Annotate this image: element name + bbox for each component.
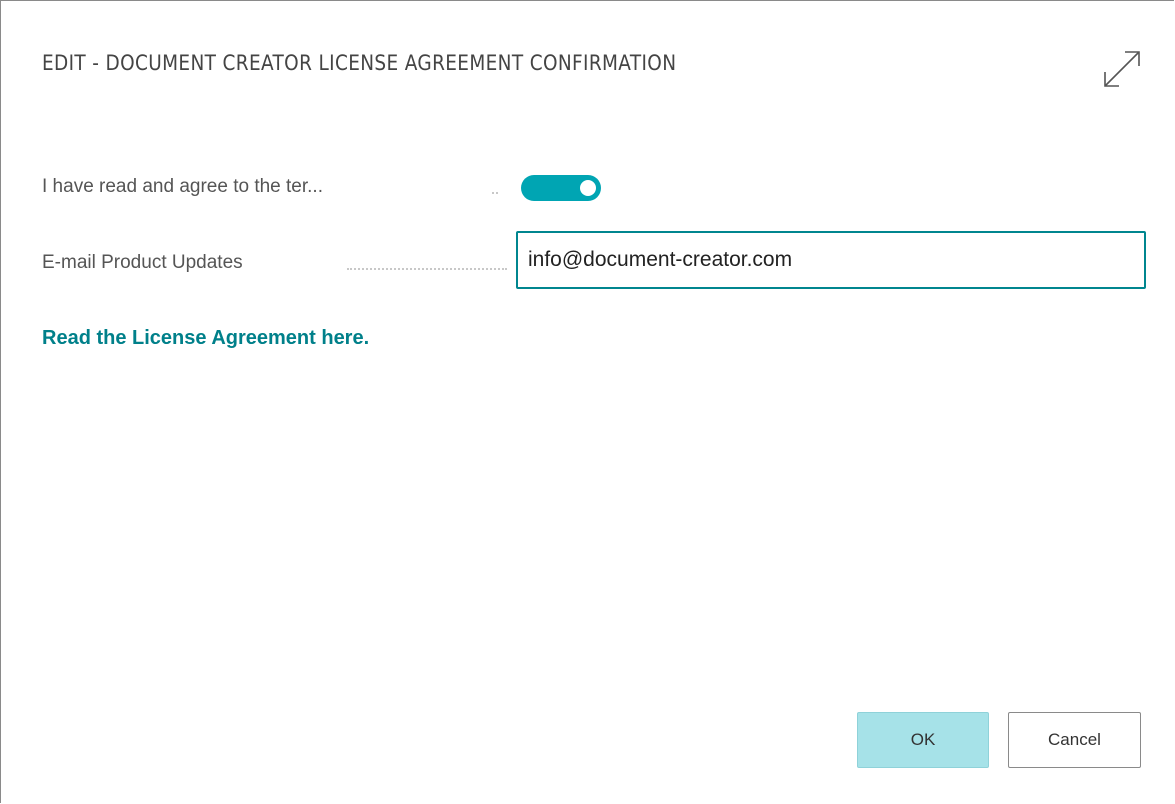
cancel-button[interactable]: Cancel [1008, 712, 1141, 768]
agree-terms-label: I have read and agree to the ter... [42, 176, 323, 197]
email-updates-label: E-mail Product Updates [42, 252, 243, 273]
license-confirmation-dialog: EDIT - DOCUMENT CREATOR LICENSE AGREEMEN… [0, 0, 1174, 803]
dialog-title: EDIT - DOCUMENT CREATOR LICENSE AGREEMEN… [42, 51, 677, 75]
field-leader-dots [492, 190, 498, 194]
license-agreement-link[interactable]: Read the License Agreement here. [42, 327, 369, 350]
email-updates-input[interactable] [516, 231, 1146, 289]
email-updates-row: E-mail Product Updates [42, 231, 1152, 289]
expand-dialog-button[interactable] [1099, 46, 1145, 92]
agree-terms-row: I have read and agree to the ter... [42, 170, 1152, 204]
toggle-knob [580, 180, 596, 196]
ok-button[interactable]: OK [857, 712, 989, 768]
expand-diagonal-arrows-icon [1104, 51, 1140, 87]
agree-terms-toggle[interactable] [521, 175, 601, 201]
field-leader-dots [347, 266, 507, 270]
